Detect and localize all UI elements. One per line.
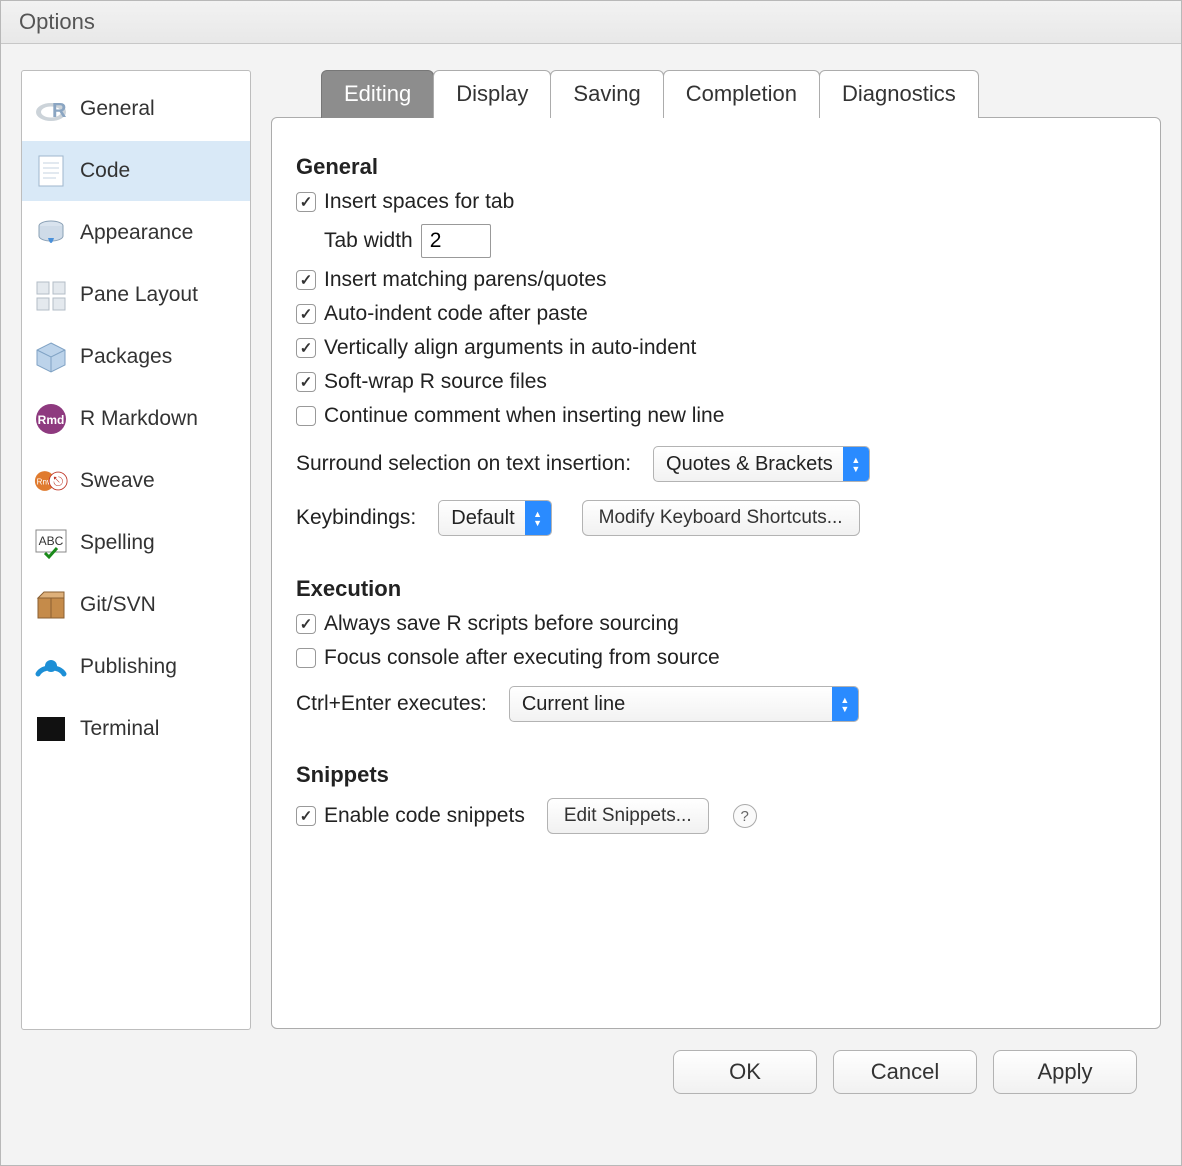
sidebar-item-code[interactable]: Code — [22, 141, 250, 201]
sidebar-item-label: Pane Layout — [80, 283, 198, 307]
document-icon — [34, 154, 68, 188]
publish-icon — [34, 650, 68, 684]
checkbox-soft-wrap[interactable] — [296, 372, 316, 392]
sidebar-item-label: Git/SVN — [80, 593, 156, 617]
sidebar-item-rmarkdown[interactable]: Rmd R Markdown — [22, 389, 250, 449]
label-insert-spaces: Insert spaces for tab — [324, 190, 514, 214]
checkbox-focus-console[interactable] — [296, 648, 316, 668]
apply-button[interactable]: Apply — [993, 1050, 1137, 1094]
checkbox-vert-align[interactable] — [296, 338, 316, 358]
sidebar-item-label: Terminal — [80, 717, 159, 741]
tab-editing[interactable]: Editing — [321, 70, 434, 118]
cardboard-box-icon — [34, 588, 68, 622]
sidebar-item-publishing[interactable]: Publishing — [22, 637, 250, 697]
section-heading-snippets: Snippets — [296, 762, 1136, 788]
sidebar-item-sweave[interactable]: Rnw⎋ Sweave — [22, 451, 250, 511]
modify-shortcuts-button[interactable]: Modify Keyboard Shortcuts... — [582, 500, 860, 536]
svg-text:ABC: ABC — [39, 534, 64, 548]
sidebar-item-label: Sweave — [80, 469, 155, 493]
help-icon[interactable]: ? — [733, 804, 757, 828]
r-logo-icon: R — [34, 92, 68, 126]
window-title: Options — [1, 1, 1181, 44]
select-ctrl-enter-value: Current line — [522, 693, 832, 716]
grid-panes-icon — [34, 278, 68, 312]
select-keybindings[interactable]: Default ▲▼ — [438, 500, 551, 536]
svg-text:⎋: ⎋ — [53, 474, 63, 488]
label-always-save: Always save R scripts before sourcing — [324, 612, 679, 636]
label-matching-parens: Insert matching parens/quotes — [324, 268, 607, 292]
label-tab-width: Tab width — [324, 229, 413, 253]
label-focus-console: Focus console after executing from sourc… — [324, 646, 720, 670]
paint-bucket-icon — [34, 216, 68, 250]
sidebar-item-label: General — [80, 97, 155, 121]
terminal-icon — [34, 712, 68, 746]
package-box-icon — [34, 340, 68, 374]
sidebar-item-general[interactable]: R General — [22, 79, 250, 139]
sidebar-item-appearance[interactable]: Appearance — [22, 203, 250, 263]
label-vert-align: Vertically align arguments in auto-inden… — [324, 336, 696, 360]
dialog-footer: OK Cancel Apply — [271, 1030, 1161, 1118]
svg-text:R: R — [52, 100, 67, 122]
select-ctrl-enter[interactable]: Current line ▲▼ — [509, 686, 859, 722]
sidebar-item-label: R Markdown — [80, 407, 198, 431]
sweave-icon: Rnw⎋ — [34, 464, 68, 498]
label-surround: Surround selection on text insertion: — [296, 452, 631, 476]
sidebar-item-label: Packages — [80, 345, 172, 369]
sidebar-item-pane-layout[interactable]: Pane Layout — [22, 265, 250, 325]
tab-strip: Editing Display Saving Completion Diagno… — [321, 70, 978, 118]
sidebar: R General Code Appearance Pane — [21, 70, 251, 1030]
sidebar-item-label: Spelling — [80, 531, 155, 555]
tab-saving[interactable]: Saving — [550, 70, 663, 118]
tab-diagnostics[interactable]: Diagnostics — [819, 70, 979, 118]
label-keybindings: Keybindings: — [296, 506, 416, 530]
section-heading-execution: Execution — [296, 576, 1136, 602]
checkbox-enable-snippets[interactable] — [296, 806, 316, 826]
label-enable-snippets: Enable code snippets — [324, 804, 525, 828]
sidebar-item-spelling[interactable]: ABC Spelling — [22, 513, 250, 573]
sidebar-item-terminal[interactable]: Terminal — [22, 699, 250, 759]
tab-display[interactable]: Display — [433, 70, 551, 118]
select-surround[interactable]: Quotes & Brackets ▲▼ — [653, 446, 870, 482]
edit-snippets-button[interactable]: Edit Snippets... — [547, 798, 709, 834]
checkbox-insert-spaces[interactable] — [296, 192, 316, 212]
chevron-updown-icon: ▲▼ — [843, 447, 869, 481]
rmd-icon: Rmd — [34, 402, 68, 436]
input-tab-width[interactable] — [421, 224, 491, 258]
checkbox-always-save[interactable] — [296, 614, 316, 634]
svg-text:Rmd: Rmd — [38, 413, 65, 427]
checkbox-auto-indent-paste[interactable] — [296, 304, 316, 324]
checkbox-matching-parens[interactable] — [296, 270, 316, 290]
select-surround-value: Quotes & Brackets — [666, 453, 843, 476]
section-heading-general: General — [296, 154, 1136, 180]
label-soft-wrap: Soft-wrap R source files — [324, 370, 547, 394]
settings-panel: General Insert spaces for tab Tab width … — [271, 117, 1161, 1029]
sidebar-item-label: Appearance — [80, 221, 193, 245]
sidebar-item-git-svn[interactable]: Git/SVN — [22, 575, 250, 635]
spellcheck-icon: ABC — [34, 526, 68, 560]
tab-completion[interactable]: Completion — [663, 70, 820, 118]
checkbox-continue-comment[interactable] — [296, 406, 316, 426]
label-continue-comment: Continue comment when inserting new line — [324, 404, 724, 428]
label-auto-indent-paste: Auto-indent code after paste — [324, 302, 588, 326]
chevron-updown-icon: ▲▼ — [832, 687, 858, 721]
sidebar-item-label: Publishing — [80, 655, 177, 679]
sidebar-item-label: Code — [80, 159, 130, 183]
chevron-updown-icon: ▲▼ — [525, 501, 551, 535]
select-keybindings-value: Default — [451, 507, 524, 530]
cancel-button[interactable]: Cancel — [833, 1050, 977, 1094]
label-ctrl-enter: Ctrl+Enter executes: — [296, 692, 487, 716]
ok-button[interactable]: OK — [673, 1050, 817, 1094]
sidebar-item-packages[interactable]: Packages — [22, 327, 250, 387]
